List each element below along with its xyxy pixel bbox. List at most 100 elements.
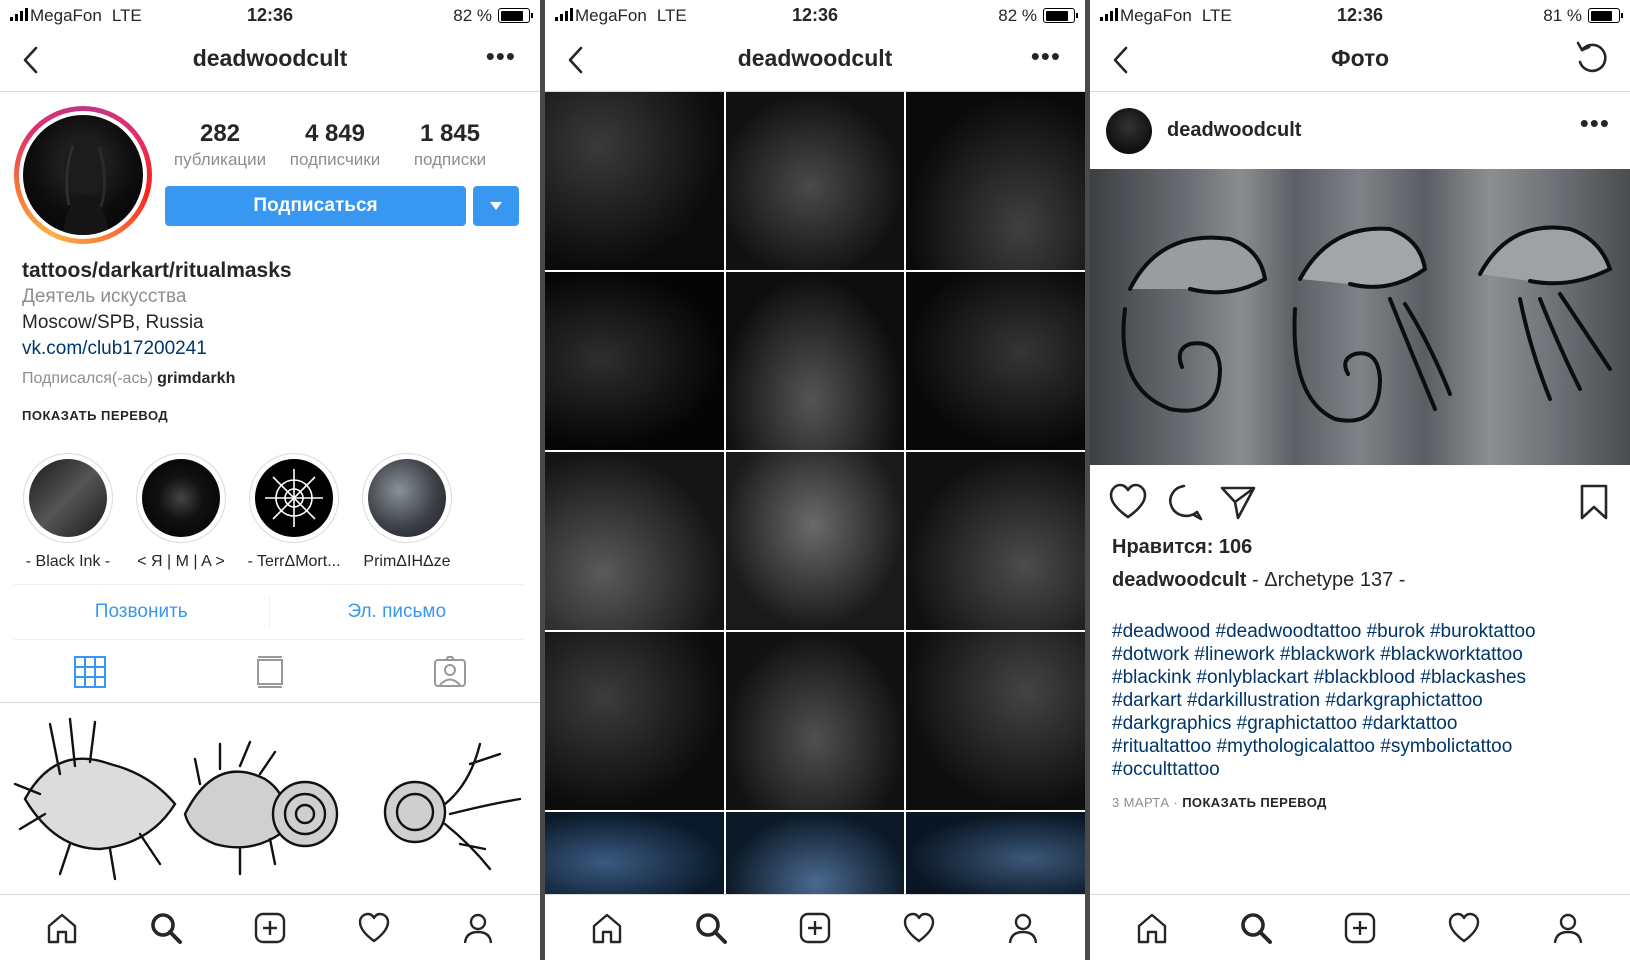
email-button[interactable]: Эл. письмо bbox=[270, 585, 525, 639]
stat-following[interactable]: 1 845 подписки bbox=[395, 120, 505, 170]
story-highlights: - Black Ink - < Я | M | A > - TerrΔMort.… bbox=[8, 453, 508, 573]
status-bar: MegaFon LTE 12:36 82 % bbox=[0, 0, 540, 30]
stat-posts[interactable]: 282 публикации bbox=[165, 120, 275, 170]
highlight-item[interactable]: - TerrΔMort... bbox=[234, 453, 354, 571]
contact-buttons: Позвонить Эл. письмо bbox=[14, 584, 524, 640]
bottom-tab-bar bbox=[0, 894, 540, 960]
photo-grid-tile[interactable] bbox=[545, 632, 724, 810]
heart-icon[interactable] bbox=[898, 907, 940, 949]
photo-grid-tile[interactable] bbox=[906, 632, 1085, 810]
photo-grid-tile[interactable] bbox=[545, 452, 724, 630]
photo-grid-tile[interactable] bbox=[906, 812, 1085, 902]
status-bar: MegaFon LTE 12:36 81 % bbox=[1090, 0, 1630, 30]
profile-header: deadwoodcult ••• bbox=[545, 32, 1085, 92]
comment-icon[interactable] bbox=[1164, 482, 1204, 522]
hashtag-line[interactable]: #occulttattoo bbox=[1112, 758, 1612, 781]
photo-grid-tile[interactable] bbox=[725, 632, 905, 810]
more-horizontal-icon[interactable]: ••• bbox=[486, 43, 516, 69]
hashtag-line[interactable]: #dotwork #linework #blackwork #blackwork… bbox=[1112, 643, 1612, 666]
profile-username: deadwoodcult bbox=[737, 45, 893, 71]
post-date: 3 МАРТА · ПОКАЗАТЬ ПЕРЕВОД bbox=[1112, 795, 1327, 810]
post-header: Фото bbox=[1090, 32, 1630, 92]
share-icon[interactable] bbox=[1218, 482, 1258, 522]
post-author-row: deadwoodcult ••• bbox=[1090, 93, 1630, 169]
profile-username: deadwoodcult bbox=[192, 45, 348, 71]
photo-grid-tile[interactable] bbox=[725, 812, 905, 902]
highlight-label: < Я | M | A > bbox=[137, 553, 225, 570]
battery-percent: 81 % bbox=[1543, 6, 1582, 25]
hashtag-line[interactable]: #deadwood #deadwoodtattoo #burok #burokt… bbox=[1112, 620, 1612, 643]
profile-grid-screen: MegaFon LTE 12:36 82 % deadwoodcult ••• bbox=[545, 0, 1085, 960]
photo-grid bbox=[545, 92, 1085, 902]
search-icon[interactable] bbox=[145, 907, 187, 949]
likes-count[interactable]: Нравится: 106 bbox=[1112, 536, 1252, 559]
profile-bio: tattoos/darkart/ritualmasks Деятель иску… bbox=[22, 258, 530, 362]
post-thumbnail[interactable] bbox=[0, 704, 540, 890]
profile-header: deadwoodcult ••• bbox=[0, 32, 540, 92]
avatar[interactable] bbox=[14, 106, 152, 244]
bookmark-icon[interactable] bbox=[1574, 482, 1614, 522]
bio-link[interactable]: vk.com/club17200241 bbox=[22, 336, 530, 362]
profile-view-tabs bbox=[0, 641, 540, 703]
new-post-icon[interactable] bbox=[1339, 907, 1381, 949]
hashtag-line[interactable]: #ritualtattoo #mythologicalattoo #symbol… bbox=[1112, 735, 1612, 758]
home-icon[interactable] bbox=[586, 907, 628, 949]
grid-view-icon[interactable] bbox=[70, 652, 110, 692]
highlight-item[interactable]: < Я | M | A > bbox=[121, 453, 241, 571]
new-post-icon[interactable] bbox=[794, 907, 836, 949]
profile-icon[interactable] bbox=[457, 907, 499, 949]
hashtag-line[interactable]: #darkart #darkillustration #darkgraphict… bbox=[1112, 689, 1612, 712]
bio-category: Деятель искусства bbox=[22, 286, 187, 307]
photo-grid-tile[interactable] bbox=[545, 92, 724, 270]
followed-by[interactable]: Подписался(-ась) grimdarkh bbox=[22, 370, 235, 388]
refresh-icon[interactable] bbox=[1572, 38, 1612, 78]
author-username[interactable]: deadwoodcult bbox=[1167, 119, 1301, 142]
status-bar: MegaFon LTE 12:36 82 % bbox=[545, 0, 1085, 30]
home-icon[interactable] bbox=[1131, 907, 1173, 949]
call-button[interactable]: Позвонить bbox=[14, 585, 269, 639]
photo-grid-tile[interactable] bbox=[906, 272, 1085, 450]
photo-grid-tile[interactable] bbox=[725, 92, 905, 270]
photo-grid-tile[interactable] bbox=[906, 92, 1085, 270]
search-icon[interactable] bbox=[1235, 907, 1277, 949]
follow-button[interactable]: Подписаться bbox=[165, 186, 466, 226]
stat-label: подписчики bbox=[289, 150, 381, 169]
photo-grid-tile[interactable] bbox=[725, 272, 905, 450]
show-translation-link[interactable]: ПОКАЗАТЬ ПЕРЕВОД bbox=[1182, 795, 1327, 810]
hashtag-line[interactable]: #darkgraphics #graphictattoo #darktattoo bbox=[1112, 712, 1612, 735]
highlight-item[interactable]: PrimΔIHΔze bbox=[347, 453, 467, 571]
tagged-view-icon[interactable] bbox=[430, 652, 470, 692]
caption-username[interactable]: deadwoodcult bbox=[1112, 569, 1246, 591]
stat-followers[interactable]: 4 849 подписчики bbox=[280, 120, 390, 170]
profile-icon[interactable] bbox=[1547, 907, 1589, 949]
photo-grid-tile[interactable] bbox=[545, 272, 724, 450]
new-post-icon[interactable] bbox=[249, 907, 291, 949]
photo-grid-tile[interactable] bbox=[725, 452, 905, 630]
author-avatar[interactable] bbox=[1106, 108, 1152, 154]
post-photo[interactable] bbox=[1090, 169, 1630, 465]
hashtag-line[interactable]: #blackink #onlyblackart #blackblood #bla… bbox=[1112, 666, 1612, 689]
stat-value: 282 bbox=[199, 120, 241, 147]
chevron-down-icon[interactable] bbox=[473, 186, 519, 226]
highlight-item[interactable]: - Black Ink - bbox=[8, 453, 128, 571]
heart-icon[interactable] bbox=[1443, 907, 1485, 949]
stat-label: публикации bbox=[173, 150, 267, 169]
highlight-label: - Black Ink - bbox=[25, 553, 111, 570]
followed-by-prefix: Подписался(-ась) bbox=[22, 370, 154, 387]
bottom-tab-bar bbox=[1090, 894, 1630, 960]
photo-grid-tile[interactable] bbox=[906, 452, 1085, 630]
profile-icon[interactable] bbox=[1002, 907, 1044, 949]
more-horizontal-icon[interactable]: ••• bbox=[1580, 110, 1610, 136]
home-icon[interactable] bbox=[41, 907, 83, 949]
show-translation-link[interactable]: ПОКАЗАТЬ ПЕРЕВОД bbox=[22, 408, 168, 423]
search-icon[interactable] bbox=[690, 907, 732, 949]
like-icon[interactable] bbox=[1108, 482, 1148, 522]
feed-view-icon[interactable] bbox=[250, 652, 290, 692]
highlight-cover bbox=[29, 459, 107, 537]
battery-percent: 82 % bbox=[998, 6, 1037, 25]
more-horizontal-icon[interactable]: ••• bbox=[1031, 43, 1061, 69]
battery-icon bbox=[1588, 8, 1623, 23]
caption-text: - Δrchetype 137 - bbox=[1246, 569, 1406, 591]
photo-grid-tile[interactable] bbox=[545, 812, 724, 902]
heart-icon[interactable] bbox=[353, 907, 395, 949]
